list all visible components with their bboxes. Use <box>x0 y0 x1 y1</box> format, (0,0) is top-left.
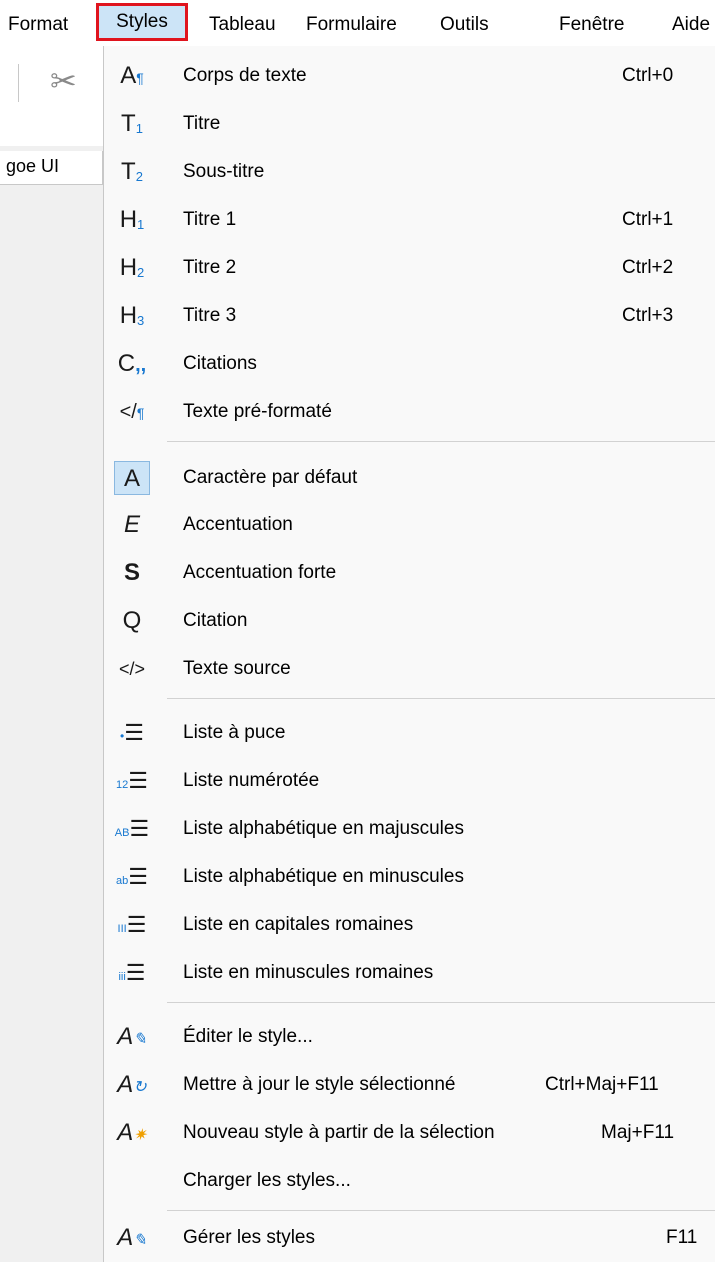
menu-item-texte-preformate[interactable]: </¶ Texte pré-formaté <box>104 389 715 435</box>
menu-tableau[interactable]: Tableau <box>209 14 276 36</box>
menu-formulaire[interactable]: Formulaire <box>306 14 397 36</box>
menu-separator <box>167 1210 715 1211</box>
toolbar-separator <box>18 64 19 102</box>
menu-item-label: Caractère par défaut <box>183 467 358 488</box>
default-char-icon: A <box>114 461 150 495</box>
menu-item-liste-romaines-min[interactable]: iii☰ Liste en minuscules romaines <box>104 950 715 996</box>
menu-item-titre-2[interactable]: H2 Titre 2 Ctrl+2 <box>104 245 715 291</box>
menu-item-mettre-a-jour[interactable]: A↻ Mettre à jour le style sélectionné Ct… <box>104 1062 715 1108</box>
preformatted-icon: </¶ <box>119 401 145 423</box>
strong-emphasis-icon: S <box>123 559 140 586</box>
menu-item-liste-romaines-cap[interactable]: III☰ Liste en capitales romaines <box>104 902 715 948</box>
menu-item-label: Corps de texte <box>183 65 307 86</box>
menu-item-label: Liste numérotée <box>183 770 320 791</box>
menu-item-label: Liste alphabétique en majuscules <box>183 818 464 839</box>
menu-separator <box>167 698 715 699</box>
font-name-box[interactable]: goe UI <box>0 151 103 185</box>
cut-icon[interactable]: ✂ <box>50 62 77 100</box>
menu-fenetre[interactable]: Fenêtre <box>559 14 624 36</box>
menu-item-liste-numerotee[interactable]: 12☰ Liste numérotée <box>104 758 715 804</box>
menu-item-shortcut: Ctrl+Maj+F11 <box>545 1074 659 1095</box>
menu-item-sous-titre[interactable]: T2 Sous-titre <box>104 149 715 195</box>
menu-item-shortcut: Ctrl+0 <box>622 65 674 86</box>
menu-item-liste-alpha-maj[interactable]: AB☰ Liste alphabétique en majuscules <box>104 806 715 852</box>
manage-styles-icon: A✎ <box>117 1224 147 1251</box>
quotation-icon: Q <box>122 607 142 634</box>
numbered-list-icon: 12☰ <box>116 768 148 793</box>
menu-item-shortcut: Ctrl+1 <box>622 209 674 230</box>
menu-item-titre-3[interactable]: H3 Titre 3 Ctrl+3 <box>104 293 715 339</box>
menu-item-texte-source[interactable]: </> Texte source <box>104 646 715 692</box>
alpha-lower-list-icon: ab☰ <box>116 864 148 889</box>
menu-item-shortcut: Ctrl+3 <box>622 305 674 326</box>
update-style-icon: A↻ <box>117 1071 147 1098</box>
menu-item-shortcut: F11 <box>666 1227 698 1248</box>
menu-item-label: Titre 2 <box>183 257 237 278</box>
menu-styles[interactable]: Styles <box>96 3 188 41</box>
heading2-icon: H2 <box>119 254 145 281</box>
menu-item-citation[interactable]: Q Citation <box>104 598 715 644</box>
menu-item-label: Liste à puce <box>183 722 286 743</box>
menu-item-label: Accentuation forte <box>183 562 337 583</box>
menu-item-label: Éditer le style... <box>183 1026 313 1047</box>
menu-aide[interactable]: Aide <box>672 14 710 36</box>
roman-upper-list-icon: III☰ <box>117 912 147 937</box>
menu-item-label: Titre 1 <box>183 209 237 230</box>
new-style-icon: A✷ <box>117 1119 147 1146</box>
menu-item-label: Texte source <box>183 658 291 679</box>
menu-item-label: Titre 3 <box>183 305 237 326</box>
menu-item-label: Liste alphabétique en minuscules <box>183 866 464 887</box>
menu-item-accentuation[interactable]: E Accentuation <box>104 502 715 548</box>
menu-item-corps-de-texte[interactable]: A¶ Corps de texte Ctrl+0 <box>104 53 715 99</box>
menu-item-liste-alpha-min[interactable]: ab☰ Liste alphabétique en minuscules <box>104 854 715 900</box>
menu-item-liste-a-puce[interactable]: •☰ Liste à puce <box>104 710 715 756</box>
menu-item-titre-1[interactable]: H1 Titre 1 Ctrl+1 <box>104 197 715 243</box>
source-text-icon: </> <box>118 659 146 679</box>
menu-item-label: Titre <box>183 113 221 134</box>
edit-style-icon: A✎ <box>117 1023 147 1050</box>
menu-item-label: Gérer les styles <box>183 1227 315 1248</box>
emphasis-icon: E <box>123 511 140 538</box>
styles-dropdown-menu: A¶ Corps de texte Ctrl+0 T1 Titre T2 Sou… <box>103 46 715 1262</box>
menu-separator <box>167 1002 715 1003</box>
menu-item-label: Liste en minuscules romaines <box>183 962 434 983</box>
menu-item-label: Liste en capitales romaines <box>183 914 414 935</box>
menu-outils[interactable]: Outils <box>440 14 489 36</box>
menu-item-label: Texte pré-formaté <box>183 401 332 422</box>
menu-item-label: Mettre à jour le style sélectionné <box>183 1074 456 1095</box>
menu-item-caractere-par-defaut[interactable]: A Caractère par défaut <box>104 455 715 501</box>
subtitle-icon: T2 <box>121 158 143 185</box>
menu-item-titre[interactable]: T1 Titre <box>104 101 715 147</box>
menu-item-shortcut: Maj+F11 <box>601 1122 675 1143</box>
menu-format[interactable]: Format <box>8 14 68 36</box>
title-icon: T1 <box>121 110 143 137</box>
menu-item-label: Citations <box>183 353 257 374</box>
bullet-list-icon: •☰ <box>120 720 144 745</box>
menu-item-nouveau-style[interactable]: A✷ Nouveau style à partir de la sélectio… <box>104 1110 715 1156</box>
menu-item-shortcut: Ctrl+2 <box>622 257 674 278</box>
menu-item-label: Sous-titre <box>183 161 265 182</box>
heading1-icon: H1 <box>119 206 145 233</box>
menu-item-citations[interactable]: C,, Citations <box>104 341 715 387</box>
menu-item-label: Accentuation <box>183 514 293 535</box>
menu-separator <box>167 441 715 442</box>
menu-item-editer-le-style[interactable]: A✎ Éditer le style... <box>104 1014 715 1060</box>
menu-item-gerer-les-styles[interactable]: A✎ Gérer les styles F11 <box>104 1215 715 1261</box>
alpha-upper-list-icon: AB☰ <box>114 816 150 841</box>
menu-styles-label: Styles <box>116 11 168 32</box>
menu-item-label: Citation <box>183 610 248 631</box>
menu-item-label: Charger les styles... <box>183 1170 351 1191</box>
menu-item-accentuation-forte[interactable]: S Accentuation forte <box>104 550 715 596</box>
body-text-icon: A¶ <box>120 62 144 89</box>
menu-item-charger-les-styles[interactable]: Charger les styles... <box>104 1158 715 1204</box>
quotations-icon: C,, <box>117 350 147 377</box>
roman-lower-list-icon: iii☰ <box>118 960 146 985</box>
menu-item-label: Nouveau style à partir de la sélection <box>183 1122 495 1143</box>
menu-bar: Format Styles Tableau Formulaire Outils … <box>0 0 715 46</box>
heading3-icon: H3 <box>119 302 145 329</box>
